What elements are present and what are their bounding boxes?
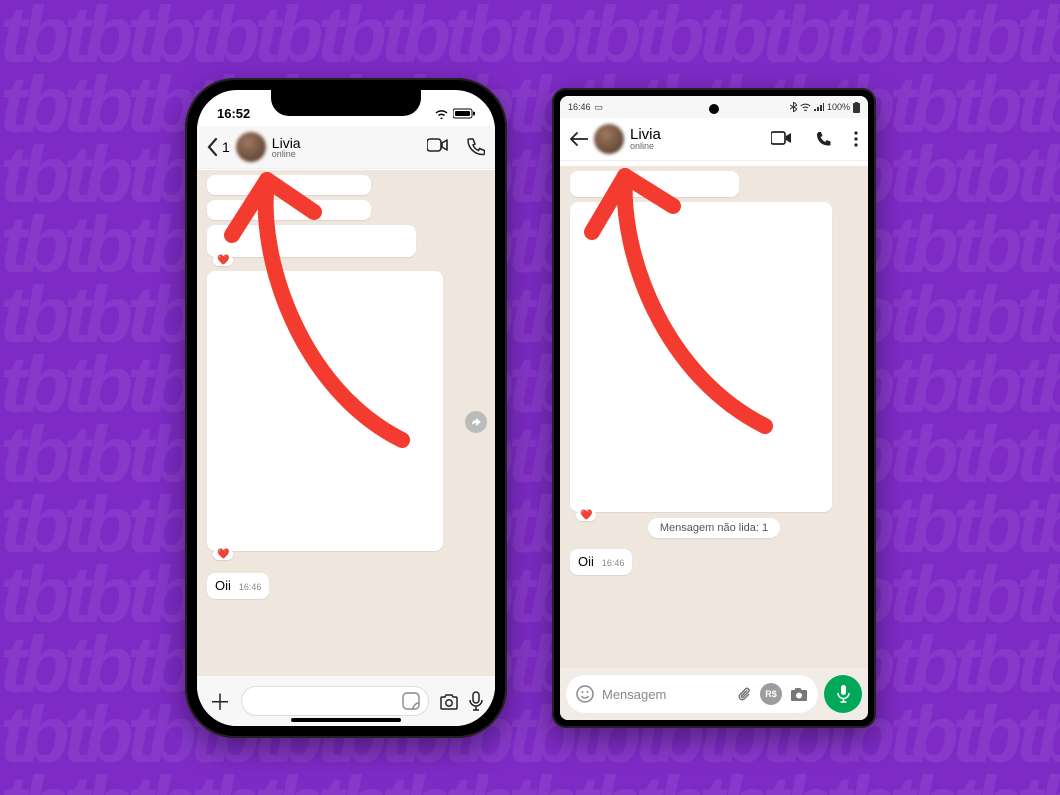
voice-call-icon[interactable] xyxy=(815,131,832,148)
avatar[interactable] xyxy=(594,124,624,154)
chat-header[interactable]: Livia online xyxy=(560,118,868,161)
mic-button[interactable] xyxy=(824,675,862,713)
forward-icon[interactable] xyxy=(465,411,487,433)
contact-status: online xyxy=(272,150,421,159)
bluetooth-icon xyxy=(790,102,797,112)
contact-name: Livia xyxy=(630,127,765,142)
contact-name-block[interactable]: Livia online xyxy=(272,136,421,159)
chat-body[interactable]: ❤️ ❤️ Oii 16:46 xyxy=(197,170,495,676)
android-camera-punch xyxy=(709,104,719,114)
camera-icon[interactable] xyxy=(790,687,808,702)
voice-call-icon[interactable] xyxy=(467,138,485,156)
iphone-screen: 16:52 1 Livia online ❤️ xyxy=(197,90,495,726)
message-time: 16:46 xyxy=(239,582,262,592)
notification-icon: ▭ xyxy=(595,102,604,113)
wifi-icon xyxy=(434,108,449,119)
message-bubble[interactable]: ❤️ xyxy=(570,202,832,512)
message-bubble[interactable]: ❤️ xyxy=(207,225,416,257)
input-placeholder: Mensagem xyxy=(602,687,729,702)
iphone-notch xyxy=(271,90,421,116)
android-screen: 16:46 ▭ 100% Livia online xyxy=(560,96,868,720)
android-clock: 16:46 xyxy=(568,102,591,112)
background-pattern: tbtbtbtbtbtbtbtbtbtbtbtbtbtbtbtbtbtbtbtb… xyxy=(0,0,1060,795)
message-time: 16:46 xyxy=(602,558,625,568)
contact-name-block[interactable]: Livia online xyxy=(630,127,765,151)
chat-header[interactable]: 1 Livia online xyxy=(197,126,495,169)
unread-pill: Mensagem não lida: 1 xyxy=(648,518,780,538)
attach-icon[interactable] xyxy=(737,686,752,703)
message-bubble[interactable]: Oii 16:46 xyxy=(207,573,269,599)
message-text: Oii xyxy=(215,578,231,593)
back-icon[interactable] xyxy=(570,132,588,146)
plus-icon[interactable]: ＋ xyxy=(209,685,231,717)
camera-icon[interactable] xyxy=(439,693,459,710)
message-bubble[interactable]: Oii 16:46 xyxy=(570,549,632,575)
sticker-icon[interactable] xyxy=(402,692,420,710)
back-count: 1 xyxy=(222,139,230,155)
battery-percent: 100% xyxy=(827,102,850,112)
battery-icon xyxy=(453,108,475,119)
ios-clock: 16:52 xyxy=(217,106,250,121)
chat-body[interactable]: ❤️ Mensagem não lida: 1 Oii 16:46 xyxy=(560,166,868,668)
home-indicator[interactable] xyxy=(291,718,401,722)
message-bubble[interactable] xyxy=(570,171,739,197)
avatar[interactable] xyxy=(236,132,266,162)
message-bubble[interactable]: ❤️ xyxy=(207,271,443,551)
iphone-frame: 16:52 1 Livia online ❤️ xyxy=(185,78,507,738)
message-input[interactable] xyxy=(241,686,429,716)
contact-status: online xyxy=(630,142,765,151)
emoji-icon[interactable] xyxy=(576,685,594,703)
payment-icon[interactable]: R$ xyxy=(760,683,782,705)
message-input[interactable]: Mensagem R$ xyxy=(566,675,818,713)
heart-reaction-icon[interactable]: ❤️ xyxy=(213,255,233,266)
more-icon[interactable] xyxy=(854,131,858,148)
signal-icon xyxy=(814,103,824,111)
message-bubble[interactable] xyxy=(207,200,371,220)
video-call-icon[interactable] xyxy=(771,131,793,148)
video-call-icon[interactable] xyxy=(427,138,449,156)
android-frame: 16:46 ▭ 100% Livia online xyxy=(552,88,876,728)
back-icon[interactable] xyxy=(207,138,218,156)
battery-icon xyxy=(853,102,860,113)
heart-reaction-icon[interactable]: ❤️ xyxy=(213,549,233,560)
contact-name: Livia xyxy=(272,136,421,150)
mic-icon[interactable] xyxy=(469,691,483,711)
message-bubble[interactable] xyxy=(207,175,371,195)
message-input-bar: Mensagem R$ xyxy=(560,668,868,720)
heart-reaction-icon[interactable]: ❤️ xyxy=(576,510,596,521)
wifi-icon xyxy=(800,103,811,111)
message-text: Oii xyxy=(578,554,594,569)
